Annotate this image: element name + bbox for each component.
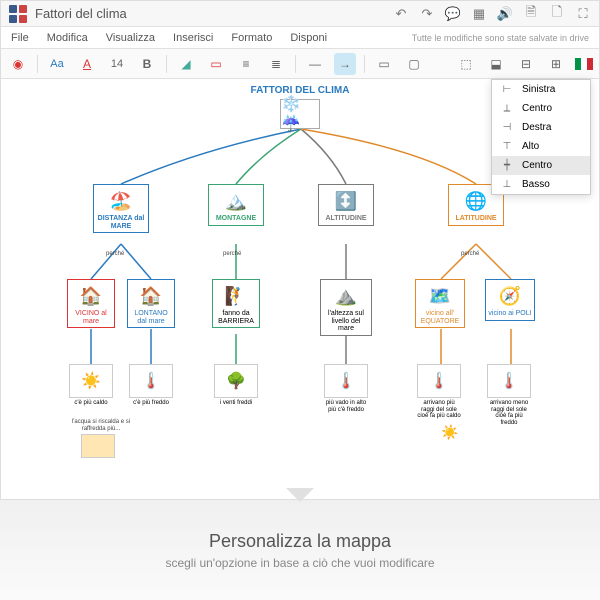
node-icon: 🌡️ <box>324 364 368 398</box>
align-option[interactable]: ⊣ Destra <box>492 118 590 137</box>
font-size-button[interactable]: 14 <box>106 53 128 75</box>
undo-icon[interactable]: ↶ <box>393 6 409 22</box>
menu-file[interactable]: File <box>11 32 29 44</box>
line-weight-icon[interactable]: ≣ <box>265 53 287 75</box>
grid-icon[interactable]: ▦ <box>471 6 487 22</box>
child-node[interactable]: 🧭 vicino ai POLI <box>485 279 535 321</box>
app-logo-icon <box>9 5 27 23</box>
connector-icon[interactable]: — <box>304 53 326 75</box>
app-window: Fattori del clima ↶ ↷ 💬 ▦ 🔊 🗎 🗋 ⛶ File M… <box>0 0 600 500</box>
caption-panel: Personalizza la mappa scegli un'opzione … <box>0 500 600 600</box>
align-option[interactable]: ┿ Centro <box>492 156 590 175</box>
align-dropdown: ⊢ Sinistra ⟂ Centro ⊣ Destra ⊤ Alto ┿ Centro ⊥ Bass… <box>491 79 591 195</box>
edge-label: perché <box>223 251 241 258</box>
present-icon[interactable]: ⛶ <box>575 6 591 22</box>
menu-view[interactable]: Visualizza <box>106 32 155 44</box>
comment-icon[interactable]: 💬 <box>445 6 461 22</box>
menubar: File Modifica Visualizza Inserisci Forma… <box>1 27 599 49</box>
titlebar-actions: ↶ ↷ 💬 ▦ 🔊 🗎 🗋 ⛶ <box>393 6 591 22</box>
edge-label: perché <box>461 251 479 258</box>
align-icon[interactable]: ⊟ <box>515 53 537 75</box>
bold-button[interactable]: B <box>136 53 158 75</box>
leaf-node[interactable]: 🌡️ arrivano più raggi del sole cioè fa p… <box>417 364 461 420</box>
node-icon: 🌡️ <box>487 364 531 398</box>
align-option-icon: ⟂ <box>500 103 514 114</box>
edge-label: perché <box>106 251 124 258</box>
menu-edit[interactable]: Modifica <box>47 32 88 44</box>
search-icon[interactable]: 🗋 <box>549 6 565 22</box>
delete-node-icon[interactable]: ◉ <box>7 53 29 75</box>
child-node[interactable]: 🗺️ vicino all' EQUATORE <box>415 279 465 328</box>
leaf-node[interactable]: 🌡️ c'è più freddo <box>129 364 173 407</box>
node-icon: 🌡️ <box>129 364 173 398</box>
redo-icon[interactable]: ↷ <box>419 6 435 22</box>
align-option-icon: ⊢ <box>500 84 514 95</box>
leaf-node[interactable]: 🌡️ più vado in alto più c'è freddo <box>324 364 368 413</box>
line-style-icon[interactable]: ≡ <box>235 53 257 75</box>
arrow-connector-icon[interactable]: → <box>334 53 356 75</box>
layout-1-icon[interactable]: ⬚ <box>455 53 477 75</box>
align-option-icon: ⊣ <box>500 122 514 133</box>
align-option-icon: ⊥ <box>500 179 514 190</box>
node-icon: 🏖️ <box>96 187 146 215</box>
node-icon: ⛰️ <box>323 282 369 310</box>
extra-icon <box>81 434 115 458</box>
align-option[interactable]: ⊥ Basso <box>492 175 590 194</box>
menu-insert[interactable]: Inserisci <box>173 32 213 44</box>
distribute-icon[interactable]: ⊞ <box>545 53 567 75</box>
font-style-button[interactable]: Aa <box>46 53 68 75</box>
node-icon: 🏠 <box>70 282 112 310</box>
node-icon: 🌳 <box>214 364 258 398</box>
child-node[interactable]: 🏠 LONTANO dal mare <box>127 279 175 328</box>
branch-node[interactable]: ↕️ ALTITUDINE <box>318 184 374 226</box>
font-color-button[interactable]: A <box>76 53 98 75</box>
footnote: l'acqua si riscalda e si raffredda più..… <box>71 419 131 432</box>
border-color-icon[interactable]: ▭ <box>205 53 227 75</box>
speaker-icon[interactable]: 🔊 <box>497 6 513 22</box>
branch-node[interactable]: 🏖️ DISTANZA dal MARE <box>93 184 149 233</box>
node-icon: ↕️ <box>321 187 371 215</box>
align-option-label: Destra <box>522 122 551 133</box>
node-icon: 🧭 <box>488 282 532 310</box>
layout-2-icon[interactable]: ⬓ <box>485 53 507 75</box>
align-option[interactable]: ⟂ Centro <box>492 99 590 118</box>
align-option[interactable]: ⊢ Sinistra <box>492 80 590 99</box>
child-node[interactable]: 🧗 fanno da BARRIERA <box>212 279 260 328</box>
root-node-icon[interactable]: ❄️☔ <box>280 99 320 129</box>
node-icon: 🌡️ <box>417 364 461 398</box>
align-option-label: Sinistra <box>522 84 555 95</box>
language-flag-icon[interactable] <box>575 58 593 70</box>
align-option-icon: ⊤ <box>500 141 514 152</box>
align-option-label: Centro <box>522 103 552 114</box>
leaf-node[interactable]: 🌳 i venti freddi <box>214 364 258 407</box>
caption-subtitle: scegli un'opzione in base a ciò che vuoi… <box>165 556 434 570</box>
child-node[interactable]: ⛰️ l'altezza sul livello del mare <box>320 279 372 336</box>
align-option[interactable]: ⊤ Alto <box>492 137 590 156</box>
toolbar: ◉ Aa A 14 B ◢ ▭ ≡ ≣ — → ▭ ▢ ⬚ ⬓ ⊟ ⊞ ⊢Sin… <box>1 49 599 79</box>
node-icon: 🗺️ <box>418 282 462 310</box>
shape-round-icon[interactable]: ▢ <box>403 53 425 75</box>
node-icon: 🏔️ <box>211 187 261 215</box>
shape-rect-icon[interactable]: ▭ <box>373 53 395 75</box>
caption-title: Personalizza la mappa <box>209 531 391 552</box>
document-title: Fattori del clima <box>35 6 127 21</box>
align-option-label: Alto <box>522 141 539 152</box>
align-option-label: Basso <box>522 179 550 190</box>
leaf-node[interactable]: 🌡️ arrivano meno raggi del sole cioè fa … <box>487 364 531 426</box>
node-icon: 🧗 <box>215 282 257 310</box>
menu-arrange[interactable]: Disponi <box>290 32 327 44</box>
leaf-node[interactable]: ☀️ c'è più caldo <box>69 364 113 407</box>
save-status: Tutte le modifiche sono state salvate in… <box>412 33 589 43</box>
child-node[interactable]: 🏠 VICINO al mare <box>67 279 115 328</box>
menu-format[interactable]: Formato <box>231 32 272 44</box>
sun-icon: ☀️ <box>441 424 458 441</box>
align-option-icon: ┿ <box>500 160 514 171</box>
align-option-label: Centro <box>522 160 552 171</box>
fill-color-icon[interactable]: ◢ <box>175 53 197 75</box>
node-icon: 🏠 <box>130 282 172 310</box>
node-icon: ☀️ <box>69 364 113 398</box>
titlebar: Fattori del clima ↶ ↷ 💬 ▦ 🔊 🗎 🗋 ⛶ <box>1 1 599 27</box>
branch-node[interactable]: 🏔️ MONTAGNE <box>208 184 264 226</box>
doc-icon[interactable]: 🗎 <box>523 6 539 22</box>
